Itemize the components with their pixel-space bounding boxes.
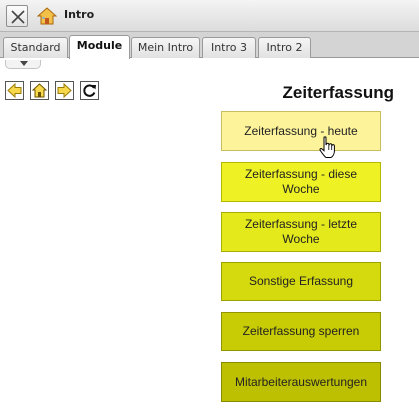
tab-mein-intro[interactable]: Mein Intro xyxy=(131,37,200,58)
home-button[interactable] xyxy=(30,81,49,100)
arrow-left-icon xyxy=(7,83,22,98)
back-button[interactable] xyxy=(5,81,24,100)
mitarbeiterauswertungen-button[interactable]: Mitarbeiterauswertungen xyxy=(221,362,381,402)
tab-standard[interactable]: Standard xyxy=(3,37,68,58)
close-button[interactable] xyxy=(6,5,28,27)
tab-module[interactable]: Module xyxy=(69,35,130,59)
zeiterfassung-letzte-woche-button[interactable]: Zeiterfassung - letzte Woche xyxy=(221,212,381,252)
zeiterfassung-diese-woche-button[interactable]: Zeiterfassung - diese Woche xyxy=(221,162,381,202)
tab-label: Intro 3 xyxy=(210,41,248,54)
chevron-down-icon xyxy=(20,61,28,66)
collapse-toggle[interactable] xyxy=(5,60,41,69)
hand-cursor-icon xyxy=(319,136,335,158)
forward-button[interactable] xyxy=(55,81,74,100)
button-label: Zeiterfassung - letzte Woche xyxy=(244,217,358,246)
tab-label: Standard xyxy=(10,41,61,54)
zeiterfassung-sperren-button[interactable]: Zeiterfassung sperren xyxy=(221,312,381,351)
button-label: Sonstige Erfassung xyxy=(248,274,354,288)
tab-label: Mein Intro xyxy=(137,41,194,54)
refresh-icon xyxy=(83,84,96,97)
window-title: Intro xyxy=(64,8,95,21)
tab-intro-2[interactable]: Intro 2 xyxy=(258,37,311,58)
arrow-right-icon xyxy=(57,83,72,98)
page-title: Zeiterfassung xyxy=(282,83,394,102)
title-bar: Intro xyxy=(0,0,419,32)
zeiterfassung-heute-button[interactable]: Zeiterfassung - heute xyxy=(221,111,381,151)
tab-label: Module xyxy=(76,39,123,52)
button-label: Zeiterfassung - diese Woche xyxy=(244,167,358,196)
tab-strip: Standard Module Mein Intro Intro 3 Intro… xyxy=(0,32,419,59)
home-icon xyxy=(32,83,47,98)
home-icon xyxy=(37,7,57,25)
refresh-button[interactable] xyxy=(80,81,99,100)
close-icon xyxy=(11,10,25,24)
button-label: Zeiterfassung sperren xyxy=(242,324,360,338)
button-label: Zeiterfassung - heute xyxy=(244,123,358,138)
sonstige-erfassung-button[interactable]: Sonstige Erfassung xyxy=(221,262,381,301)
tab-label: Intro 2 xyxy=(266,41,303,54)
tab-intro-3[interactable]: Intro 3 xyxy=(202,37,256,58)
button-label: Mitarbeiterauswertungen xyxy=(234,374,368,389)
